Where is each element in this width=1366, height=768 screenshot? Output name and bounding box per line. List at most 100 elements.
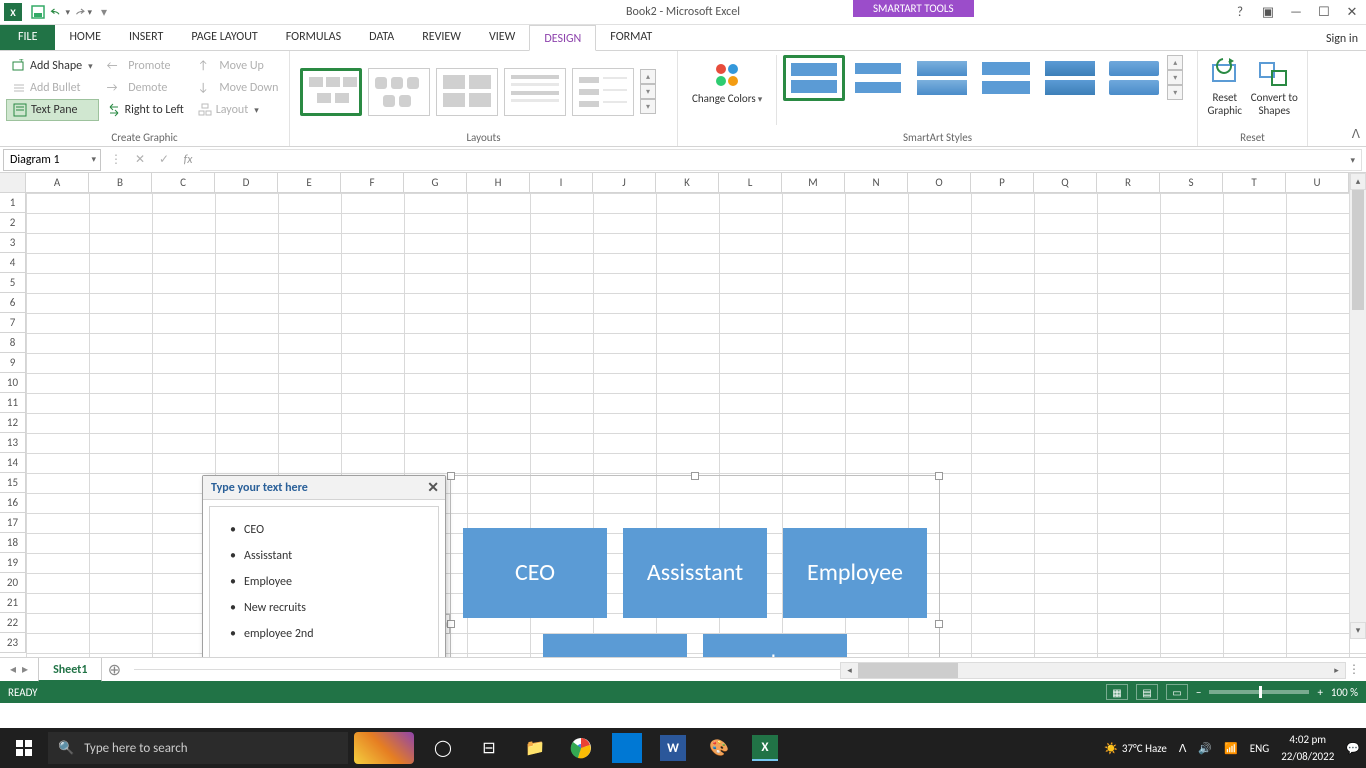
ribbon-display-icon[interactable]: ▣ <box>1254 0 1282 25</box>
style-thumb-1[interactable] <box>783 55 845 101</box>
column-header[interactable]: K <box>656 173 719 192</box>
row-header[interactable]: 19 <box>0 553 26 573</box>
column-header[interactable]: Q <box>1034 173 1097 192</box>
row-header[interactable]: 12 <box>0 413 26 433</box>
column-header[interactable]: U <box>1286 173 1349 192</box>
tab-home[interactable]: HOME <box>55 24 115 50</box>
tab-page-layout[interactable]: PAGE LAYOUT <box>177 24 271 50</box>
row-header[interactable]: 4 <box>0 253 26 273</box>
column-header[interactable]: R <box>1097 173 1160 192</box>
add-sheet-icon[interactable]: ⊕ <box>102 660 126 680</box>
clock[interactable]: 4:02 pm22/08/2022 <box>1275 733 1340 763</box>
resize-handle[interactable] <box>691 472 699 480</box>
column-header[interactable]: G <box>404 173 467 192</box>
help-icon[interactable]: ? <box>1226 0 1254 25</box>
sheet-tab[interactable]: Sheet1 <box>38 658 102 682</box>
excel-taskbar-icon[interactable]: X <box>742 728 788 768</box>
row-header[interactable]: 22 <box>0 613 26 633</box>
row-header[interactable]: 3 <box>0 233 26 253</box>
row-header[interactable]: 20 <box>0 573 26 593</box>
column-header[interactable]: J <box>593 173 656 192</box>
page-break-view-icon[interactable]: ▭ <box>1166 684 1188 700</box>
resize-handle[interactable] <box>447 620 455 628</box>
layout-button[interactable]: Layout▾ <box>192 99 285 121</box>
sign-in-link[interactable]: Sign in <box>1326 32 1358 46</box>
move-down-button[interactable]: ↓ Move Down <box>192 77 285 99</box>
zoom-slider[interactable] <box>1209 690 1309 694</box>
resize-handle[interactable] <box>935 472 943 480</box>
smartart-block[interactable]: employee 2nd <box>703 634 847 657</box>
app-icon[interactable] <box>612 733 642 763</box>
layout-thumb-3[interactable] <box>436 68 498 116</box>
row-header[interactable]: 18 <box>0 533 26 553</box>
scroll-down-icon[interactable]: ▾ <box>1167 70 1183 85</box>
scroll-down-icon[interactable]: ▾ <box>640 84 656 99</box>
normal-view-icon[interactable]: ▦ <box>1106 684 1128 700</box>
collapse-ribbon-icon[interactable]: ᐱ <box>1352 127 1360 142</box>
row-header[interactable]: 21 <box>0 593 26 613</box>
cortana-icon[interactable]: ⊟ <box>466 728 512 768</box>
spreadsheet-grid[interactable]: ABCDEFGHIJKLMNOPQRSTU 123456789101112131… <box>0 173 1366 657</box>
change-colors-button[interactable]: Change Colors▾ <box>684 55 770 109</box>
tab-format[interactable]: FORMAT <box>596 24 666 50</box>
row-header[interactable]: 8 <box>0 333 26 353</box>
row-header[interactable]: 1 <box>0 193 26 213</box>
style-thumb-6[interactable] <box>1103 55 1165 101</box>
scroll-more-icon[interactable]: ▾ <box>640 99 656 114</box>
zoom-level[interactable]: 100 % <box>1331 686 1358 699</box>
minimize-icon[interactable]: — <box>1282 0 1310 25</box>
text-pane-panel[interactable]: Type your text here ✕ CEO Assisstant Emp… <box>202 475 446 657</box>
nav-prev-icon[interactable]: ◂ <box>10 662 16 677</box>
tab-formulas[interactable]: FORMULAS <box>272 24 355 50</box>
scroll-right-icon[interactable]: ▸ <box>1328 663 1345 678</box>
column-header[interactable]: L <box>719 173 782 192</box>
row-header[interactable]: 23 <box>0 633 26 653</box>
column-header[interactable]: P <box>971 173 1034 192</box>
word-icon[interactable]: W <box>650 728 696 768</box>
task-view-icon[interactable]: ◯ <box>420 728 466 768</box>
reset-graphic-button[interactable]: Reset Graphic <box>1204 55 1246 119</box>
add-shape-button[interactable]: +Add Shape▾ <box>6 55 99 77</box>
style-thumb-4[interactable] <box>975 55 1037 101</box>
style-thumb-5[interactable] <box>1039 55 1101 101</box>
undo-icon[interactable]: ▾ <box>50 2 70 22</box>
select-all-corner[interactable] <box>0 173 26 192</box>
layout-thumb-5[interactable] <box>572 68 634 116</box>
chrome-icon[interactable] <box>558 728 604 768</box>
scroll-up-icon[interactable]: ▴ <box>1350 173 1366 190</box>
column-header[interactable]: S <box>1160 173 1223 192</box>
redo-icon[interactable]: ▾ <box>72 2 92 22</box>
expand-formula-icon[interactable]: ▾ <box>1350 155 1355 166</box>
news-widget-icon[interactable] <box>354 732 414 764</box>
tab-view[interactable]: VIEW <box>475 24 529 50</box>
text-pane-item[interactable]: Employee <box>214 569 434 595</box>
layout-thumb-2[interactable] <box>368 68 430 116</box>
file-explorer-icon[interactable]: 📁 <box>512 728 558 768</box>
cancel-formula-icon[interactable]: ✕ <box>128 149 152 171</box>
column-header[interactable]: E <box>278 173 341 192</box>
row-header[interactable]: 16 <box>0 493 26 513</box>
smartart-block[interactable]: CEO <box>463 528 607 618</box>
notifications-icon[interactable]: 💬 <box>1340 742 1366 755</box>
fx-icon[interactable]: fx <box>176 149 200 171</box>
column-header[interactable]: I <box>530 173 593 192</box>
smartart-block[interactable]: Employee <box>783 528 927 618</box>
row-header[interactable]: 13 <box>0 433 26 453</box>
row-header[interactable]: 9 <box>0 353 26 373</box>
paint-icon[interactable]: 🎨 <box>696 728 742 768</box>
text-pane-button[interactable]: Text Pane <box>6 99 99 121</box>
promote-button[interactable]: ← Promote <box>101 55 190 77</box>
styles-scroll[interactable]: ▴▾▾ <box>1167 55 1183 100</box>
resize-handle[interactable] <box>935 620 943 628</box>
demote-button[interactable]: → Demote <box>101 77 190 99</box>
row-header[interactable]: 2 <box>0 213 26 233</box>
tab-file[interactable]: FILE <box>0 24 55 50</box>
column-header[interactable]: D <box>215 173 278 192</box>
zoom-in-icon[interactable]: + <box>1317 686 1322 699</box>
scroll-more-icon[interactable]: ▾ <box>1167 85 1183 100</box>
scroll-up-icon[interactable]: ▴ <box>1167 55 1183 70</box>
maximize-icon[interactable]: ☐ <box>1310 0 1338 25</box>
tab-insert[interactable]: INSERT <box>115 24 177 50</box>
row-header[interactable]: 10 <box>0 373 26 393</box>
row-header[interactable]: 5 <box>0 273 26 293</box>
